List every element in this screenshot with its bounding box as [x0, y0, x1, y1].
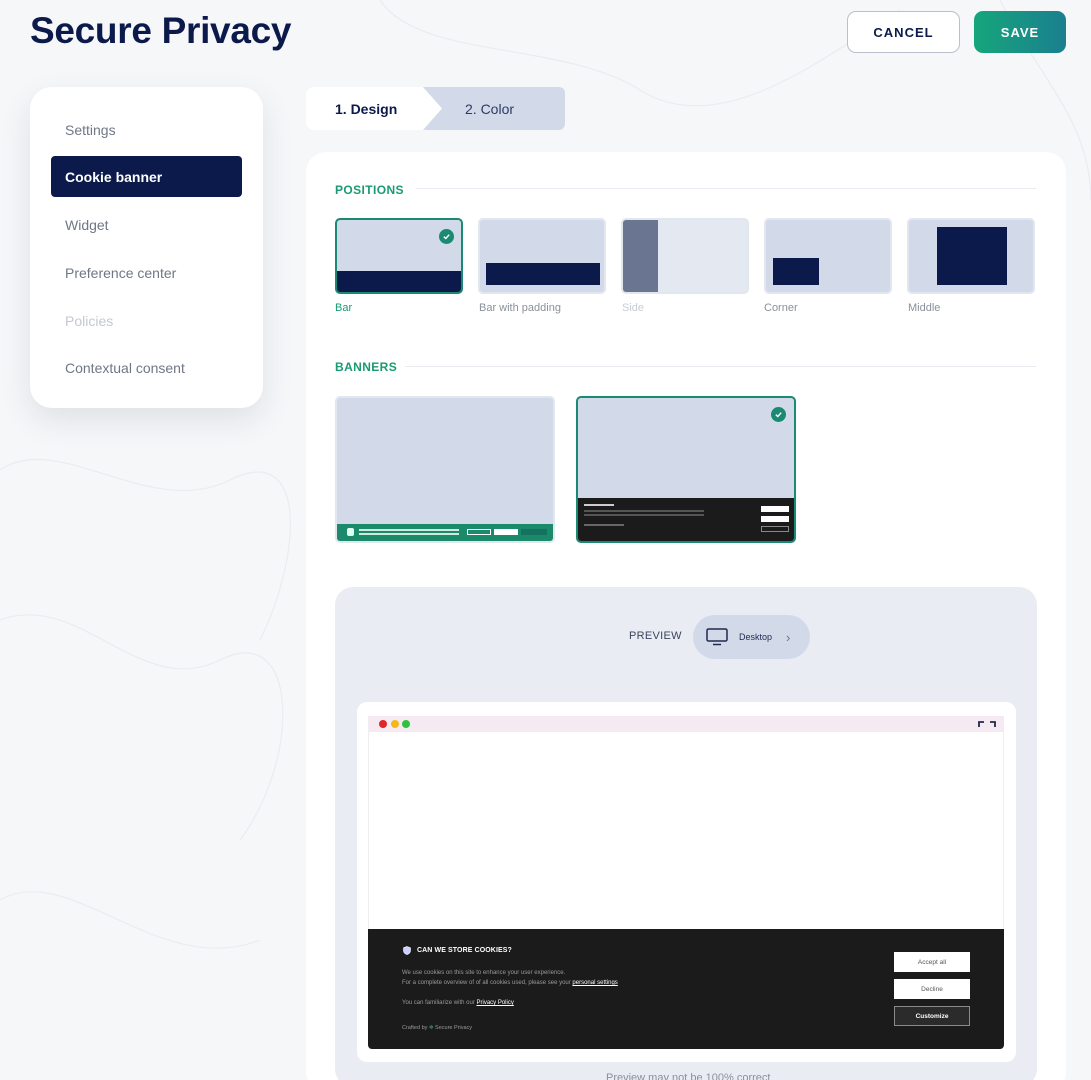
position-bar-label: Bar [335, 302, 353, 314]
window-close-dot [379, 720, 387, 728]
chevron-right-icon[interactable]: › [786, 630, 790, 645]
cookie-banner-credit: Crafted by ✲ Secure Privacy [402, 1025, 472, 1031]
window-minimize-dot [391, 720, 399, 728]
position-middle-label: Middle [908, 302, 941, 314]
save-button[interactable]: SAVE [974, 11, 1066, 53]
sidebar-item-settings[interactable]: Settings [51, 109, 242, 150]
bar-shape [337, 271, 461, 292]
banner-dark-card[interactable] [576, 396, 796, 543]
side-shape [623, 220, 658, 292]
banner-green-card[interactable] [335, 396, 555, 543]
credit-brand: Secure Privacy [435, 1025, 473, 1031]
text-placeholder [584, 514, 704, 516]
check-icon [771, 407, 786, 422]
browser-titlebar [368, 716, 1004, 732]
tab-design[interactable]: 1. Design [306, 87, 442, 130]
position-bar-card[interactable] [335, 218, 463, 294]
banners-divider [405, 366, 1036, 367]
mini-button [467, 529, 491, 535]
text-placeholder [584, 524, 624, 526]
position-corner-card[interactable] [764, 218, 892, 294]
cancel-button[interactable]: CANCEL [847, 11, 960, 53]
mini-button [761, 506, 789, 512]
tab-color[interactable]: 2. Color [422, 87, 565, 130]
green-banner-strip [337, 524, 553, 541]
cookie-banner-line3: You can familiarize with our Privacy Pol… [402, 1000, 514, 1006]
decline-button[interactable]: Decline [894, 979, 970, 999]
dark-banner-strip [578, 498, 794, 541]
privacy-policy-link[interactable]: Privacy Policy [476, 1000, 513, 1006]
accept-all-button[interactable]: Accept all [894, 952, 970, 972]
position-side-label: Side [622, 302, 645, 314]
mini-button [494, 529, 518, 535]
monitor-icon [706, 628, 728, 646]
positions-divider [416, 188, 1036, 189]
text-placeholder [359, 533, 459, 535]
text-placeholder [359, 529, 459, 531]
sidebar-item-contextual-consent[interactable]: Contextual consent [51, 347, 242, 388]
shield-icon [403, 946, 411, 955]
credit-prefix: Crafted by [402, 1025, 428, 1031]
position-corner-label: Corner [764, 302, 798, 314]
position-side-card [621, 218, 749, 294]
position-bar-with-padding-label: Bar with padding [479, 302, 561, 314]
preview-disclaimer: Preview may not be 100% correct [606, 1072, 771, 1080]
cookie-banner-line1: We use cookies on this site to enhance y… [402, 970, 566, 976]
sidebar-item-widget[interactable]: Widget [51, 204, 242, 245]
sidebar-item-preference-center[interactable]: Preference center [51, 252, 242, 293]
preview-label: PREVIEW [629, 630, 682, 642]
line3-prefix: You can familiarize with our [402, 1000, 477, 1006]
check-icon [439, 229, 454, 244]
shield-icon [347, 528, 354, 536]
app-title: Secure Privacy [30, 10, 292, 51]
banners-heading: BANNERS [335, 360, 398, 374]
positions-heading: POSITIONS [335, 183, 404, 197]
mini-button [521, 529, 547, 535]
customize-button[interactable]: Customize [894, 1006, 970, 1026]
cookie-banner-title: CAN WE STORE COOKIES? [417, 947, 512, 954]
middle-shape [937, 227, 1007, 285]
corner-shape [773, 258, 819, 285]
browser-viewport [368, 732, 1004, 930]
sidebar: Settings Cookie banner Widget Preference… [30, 87, 263, 408]
device-label: Desktop [739, 632, 773, 642]
personal-settings-link[interactable]: personal settings [572, 980, 617, 986]
cookie-banner-line2: For a complete overview of of all cookie… [402, 980, 618, 986]
text-placeholder [584, 510, 704, 512]
bar-padding-shape [486, 263, 600, 285]
sidebar-item-policies: Policies [65, 312, 114, 329]
mini-button [761, 516, 789, 522]
position-bar-with-padding-card[interactable] [478, 218, 606, 294]
mini-button [761, 526, 789, 532]
secure-privacy-logo-icon: ✲ [428, 1025, 434, 1031]
line2-prefix: For a complete overview of of all cookie… [402, 980, 573, 986]
position-middle-card[interactable] [907, 218, 1035, 294]
window-maximize-dot [402, 720, 410, 728]
sidebar-item-cookie-banner[interactable]: Cookie banner [51, 156, 242, 197]
text-placeholder [584, 504, 614, 506]
